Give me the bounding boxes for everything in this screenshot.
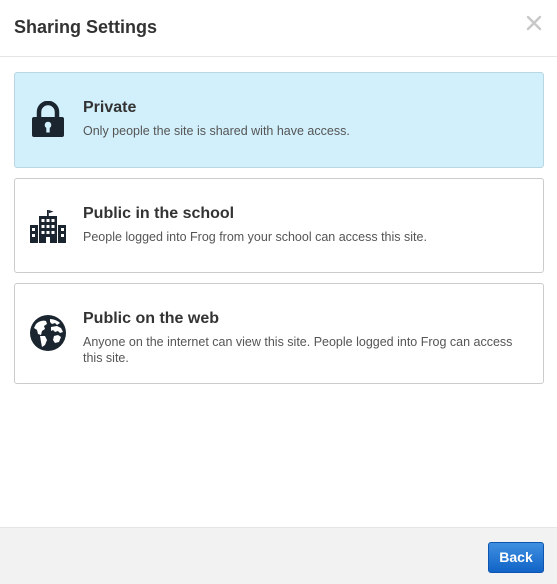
- school-building-icon: [29, 207, 67, 245]
- dialog-title: Sharing Settings: [14, 17, 158, 37]
- padlock-icon: [29, 101, 67, 139]
- option-title: Private: [83, 99, 137, 116]
- option-title: Public in the school: [83, 205, 235, 222]
- sharing-settings-dialog: Sharing Settings Private Only people the…: [0, 0, 557, 584]
- option-description: Anyone on the internet can view this sit…: [83, 335, 513, 365]
- globe-icon: [29, 314, 67, 352]
- option-public-web[interactable]: Public on the web Anyone on the internet…: [14, 283, 544, 384]
- dialog-footer: Back: [0, 527, 557, 584]
- option-title: Public on the web: [83, 310, 220, 327]
- dialog-header: Sharing Settings: [0, 0, 557, 57]
- sharing-options-list: Private Only people the site is shared w…: [14, 72, 544, 384]
- option-description: Only people the site is shared with have…: [83, 124, 350, 138]
- close-icon[interactable]: [525, 14, 543, 32]
- option-public-school[interactable]: Public in the school People logged into …: [14, 178, 544, 273]
- back-button[interactable]: Back: [488, 542, 544, 573]
- option-private[interactable]: Private Only people the site is shared w…: [14, 72, 544, 168]
- option-description: People logged into Frog from your school…: [83, 230, 427, 244]
